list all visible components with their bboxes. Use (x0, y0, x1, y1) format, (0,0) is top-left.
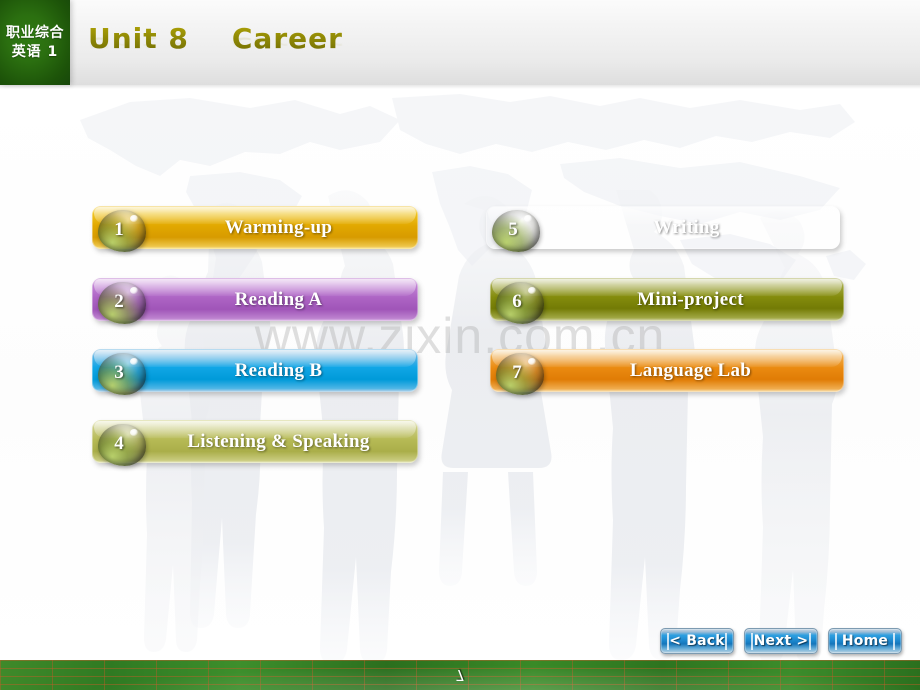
number-badge: 1 (94, 208, 148, 254)
tick-left-icon (667, 633, 669, 650)
menu-item-label: Mini-project (637, 288, 744, 310)
number-badge: 2 (94, 280, 148, 326)
slide-canvas: www.zixin.com.cn 职业综合 英语 1 Unit 8 Career… (0, 0, 920, 690)
item-number: 5 (508, 219, 518, 240)
menu-item-writing[interactable]: 5 Writing (486, 206, 840, 252)
menu-item-warming-up[interactable]: 1 Warming-up (92, 206, 418, 252)
item-number: 7 (512, 362, 522, 383)
menu-item-mini-project[interactable]: 6 Mini-project (490, 278, 844, 324)
tick-right-icon (725, 633, 727, 650)
menu-item-label: Reading A (234, 288, 323, 310)
menu-item-reading-a[interactable]: 2 Reading A (92, 278, 418, 324)
home-button[interactable]: Home (828, 628, 902, 654)
tick-left-icon (751, 633, 753, 650)
item-number: 6 (512, 291, 522, 312)
menu-item-label: Listening & Speaking (187, 430, 370, 452)
item-number: 4 (114, 433, 124, 454)
footer-band: 7 (0, 660, 920, 690)
tick-right-icon (893, 633, 895, 650)
next-button[interactable]: Next > (744, 628, 818, 654)
item-number: 1 (114, 219, 124, 240)
number-badge: 5 (488, 208, 542, 254)
menu-item-listening-speaking[interactable]: 4 Listening & Speaking (92, 420, 418, 466)
page-number: 7 (455, 666, 465, 684)
tick-right-icon (809, 633, 811, 650)
menu-item-reading-b[interactable]: 3 Reading B (92, 349, 418, 395)
number-badge: 6 (492, 280, 546, 326)
next-button-label: Next > (753, 633, 809, 649)
home-button-label: Home (841, 633, 889, 649)
menu-item-label: Writing (653, 216, 720, 238)
menu-item-label: Reading B (234, 359, 323, 381)
menu-buttons-layer: 1 Warming-up 2 Reading A 3 Reading B 4 L… (0, 0, 920, 690)
back-button[interactable]: < Back (660, 628, 734, 654)
number-badge: 4 (94, 422, 148, 468)
menu-item-label: Language Lab (629, 359, 752, 381)
navigation-buttons: < Back Next > Home (660, 628, 902, 654)
back-button-label: < Back (669, 633, 725, 649)
item-number: 2 (114, 291, 124, 312)
menu-item-language-lab[interactable]: 7 Language Lab (490, 349, 844, 395)
tick-left-icon (835, 633, 837, 650)
item-number: 3 (114, 362, 124, 383)
number-badge: 7 (492, 351, 546, 397)
number-badge: 3 (94, 351, 148, 397)
menu-item-label: Warming-up (224, 216, 333, 238)
